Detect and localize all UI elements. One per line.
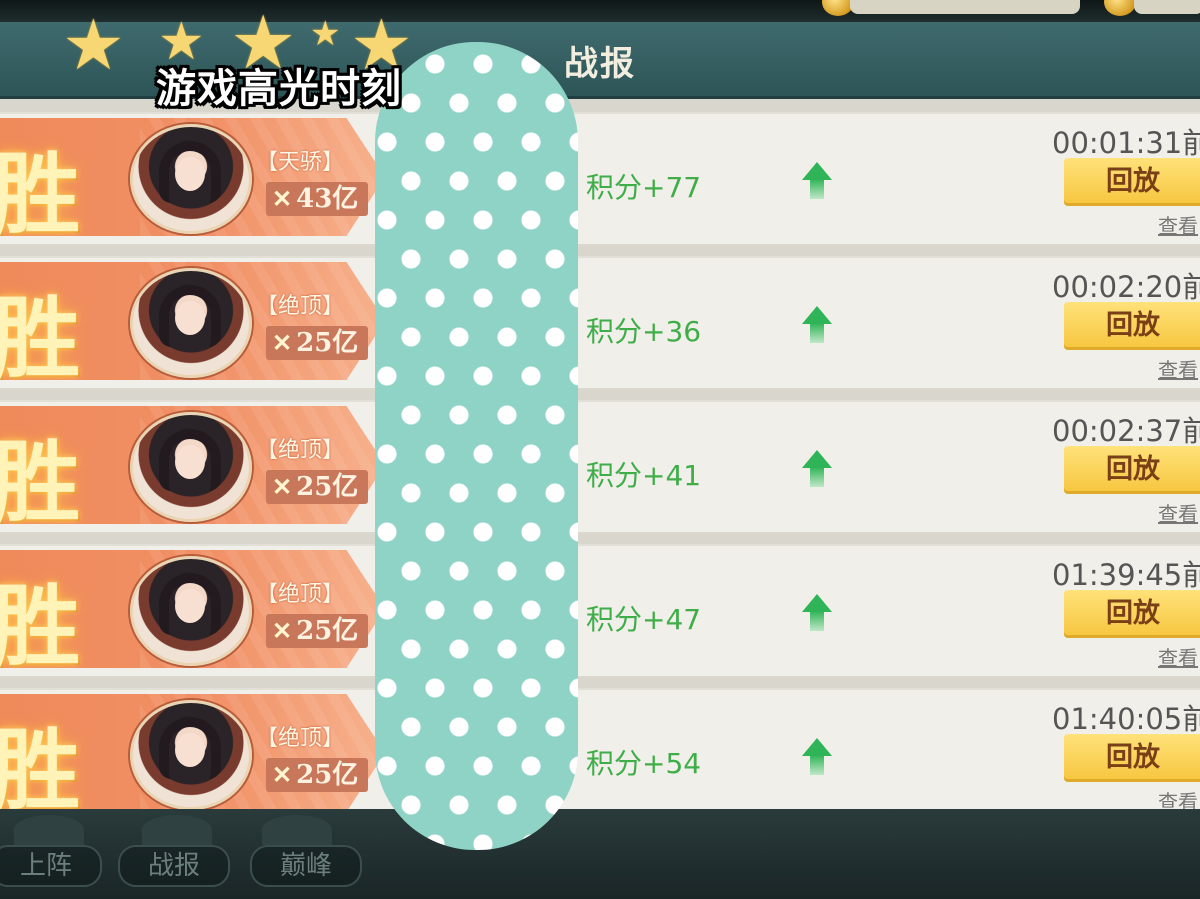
replay-button[interactable]: 回放	[1064, 158, 1200, 206]
power-value: 25亿	[296, 472, 359, 502]
replay-button[interactable]: 回放	[1064, 734, 1200, 782]
opponent-rank: 【绝顶】	[256, 582, 345, 607]
nav-ornament	[262, 815, 332, 845]
elapsed-time: 00:01:31前	[1052, 126, 1200, 160]
power-value: 25亿	[296, 328, 359, 358]
view-link[interactable]: 查看	[1158, 642, 1198, 671]
opponent-avatar[interactable]	[130, 412, 252, 522]
power-value: 25亿	[296, 760, 359, 790]
opponent-power: ✕ 25亿	[266, 614, 369, 648]
view-link[interactable]: 查看	[1158, 498, 1198, 527]
elapsed-time: 01:39:45前	[1052, 558, 1200, 592]
up-arrow-icon	[802, 738, 832, 778]
up-arrow-icon	[802, 594, 832, 634]
nav-ornament	[142, 815, 212, 845]
crossed-swords-icon: ✕	[272, 760, 293, 789]
table-row: 胜 【绝顶】 ✕ 25亿 积分+47 01:39:45前 回放 查看	[0, 544, 1200, 678]
resource-bar-1	[850, 0, 1080, 14]
opponent-avatar[interactable]	[130, 700, 252, 810]
score-change: 积分+41	[586, 459, 702, 492]
tab-battle-report[interactable]: 战报	[118, 845, 230, 887]
elapsed-time: 01:40:05前	[1052, 702, 1200, 736]
table-row: 胜 【绝顶】 ✕ 25亿 积分+54 01:40:05前 回放 查看	[0, 688, 1200, 822]
elapsed-time: 00:02:20前	[1052, 270, 1200, 304]
up-arrow-icon	[802, 162, 832, 202]
crossed-swords-icon: ✕	[272, 472, 293, 501]
opponent-power: ✕ 25亿	[266, 758, 369, 792]
table-row: 胜 【绝顶】 ✕ 25亿 积分+36 00:02:20前 回放 查看	[0, 256, 1200, 390]
opponent-rank: 【天骄】	[256, 150, 345, 175]
opponent-rank: 【绝顶】	[256, 438, 345, 463]
bottom-nav: 上阵 战报 巅峰	[0, 809, 1200, 899]
win-label: 胜	[0, 574, 81, 678]
resource-gold-icon	[1104, 0, 1136, 16]
highlight-caption: 游戏高光时刻	[156, 66, 402, 112]
win-label: 胜	[0, 430, 81, 534]
table-row: 胜 【绝顶】 ✕ 25亿 积分+41 00:02:37前 回放 查看	[0, 400, 1200, 534]
view-link[interactable]: 查看	[1158, 210, 1198, 239]
replay-button[interactable]: 回放	[1064, 590, 1200, 638]
star-icon: ★	[310, 14, 341, 54]
opponent-power: ✕ 25亿	[266, 326, 369, 360]
privacy-mask	[375, 42, 578, 850]
opponent-rank: 【绝顶】	[256, 294, 345, 319]
tab-deploy[interactable]: 上阵	[0, 845, 102, 887]
crossed-swords-icon: ✕	[272, 616, 293, 645]
up-arrow-icon	[802, 306, 832, 346]
opponent-avatar[interactable]	[130, 556, 252, 666]
battle-report-list[interactable]: 胜 【天骄】 ✕ 43亿 积分+77 00:01:31前 回放 查看 胜 【绝顶】…	[0, 99, 1200, 822]
score-change: 积分+54	[586, 747, 702, 780]
win-label: 胜	[0, 142, 81, 246]
opponent-power: ✕ 43亿	[266, 182, 369, 216]
up-arrow-icon	[802, 450, 832, 490]
power-value: 25亿	[296, 616, 359, 646]
view-link[interactable]: 查看	[1158, 354, 1198, 383]
elapsed-time: 00:02:37前	[1052, 414, 1200, 448]
highlight-sticker: ★ ★ ★ ★ ★ 游戏高光时刻	[60, 0, 440, 114]
opponent-avatar[interactable]	[130, 268, 252, 378]
power-value: 43亿	[296, 184, 359, 214]
nav-ornament	[14, 815, 84, 845]
table-row: 胜 【天骄】 ✕ 43亿 积分+77 00:01:31前 回放 查看	[0, 112, 1200, 246]
score-change: 积分+47	[586, 603, 702, 636]
win-label: 胜	[0, 718, 81, 822]
tab-peak[interactable]: 巅峰	[250, 845, 362, 887]
opponent-avatar[interactable]	[130, 124, 252, 234]
score-change: 积分+77	[586, 171, 702, 204]
replay-button[interactable]: 回放	[1064, 446, 1200, 494]
crossed-swords-icon: ✕	[272, 328, 293, 357]
star-icon: ★	[62, 4, 125, 86]
score-change: 积分+36	[586, 315, 702, 348]
opponent-power: ✕ 25亿	[266, 470, 369, 504]
win-label: 胜	[0, 286, 81, 390]
resource-bar-2	[1134, 0, 1200, 14]
opponent-rank: 【绝顶】	[256, 726, 345, 751]
replay-button[interactable]: 回放	[1064, 302, 1200, 350]
crossed-swords-icon: ✕	[272, 184, 293, 213]
